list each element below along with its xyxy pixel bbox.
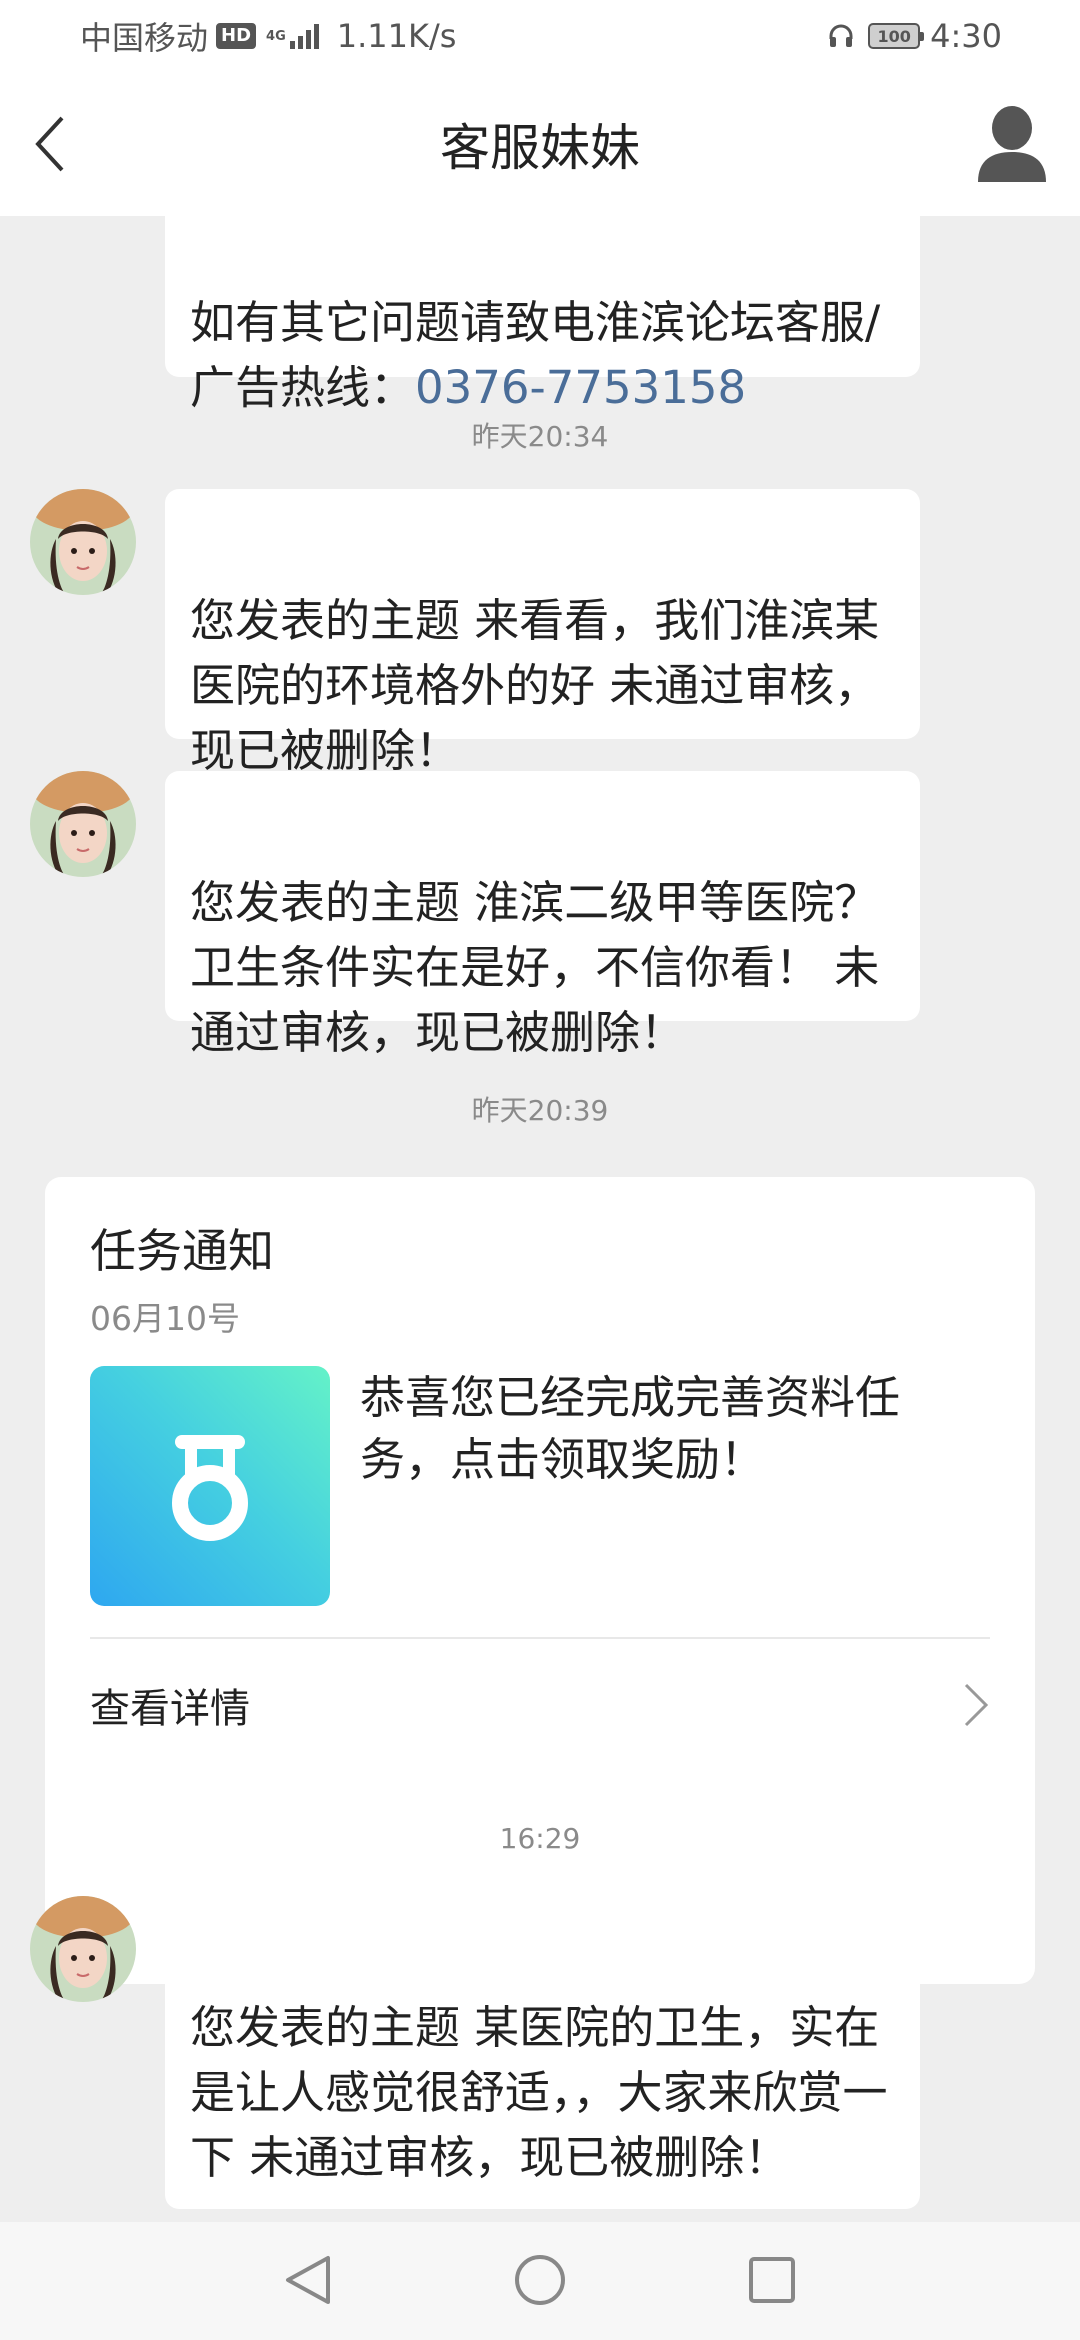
- avatar[interactable]: [30, 1896, 136, 2002]
- timestamp: 昨天20:34: [471, 420, 609, 453]
- view-details-row[interactable]: 查看详情: [90, 1639, 990, 1771]
- avatar-image: [30, 1896, 136, 2002]
- avatar[interactable]: [30, 771, 136, 877]
- back-button[interactable]: [20, 106, 80, 182]
- headphone-icon: [829, 24, 853, 47]
- hotline-link[interactable]: 0376-7753158: [415, 361, 746, 414]
- battery-level: 100: [877, 26, 911, 46]
- task-text: 恭喜您已经完成完善资料任务，点击领取奖励！: [360, 1371, 901, 1486]
- status-left: 中国移动 HD 4G 1.11K/s: [80, 14, 456, 58]
- carrier-name: 中国移动: [80, 19, 209, 57]
- page-title: 客服妹妹: [440, 119, 640, 177]
- task-date: 06月10号: [90, 1299, 240, 1338]
- status-bar: 中国移动 HD 4G 1.11K/s 100 4:30: [0, 0, 1080, 72]
- chevron-right-icon: [964, 1683, 989, 1727]
- title-bar: 客服妹妹: [0, 72, 1080, 216]
- message-bubble: 您发表的主题 淮滨二级甲等医院？卫生条件实在是好，不信你看！ 未通过审核，现已被…: [165, 771, 920, 1059]
- message-bubble: 您发表的主题 来看看，我们淮滨某医院的环境格外的好 未通过审核，现已被删除！: [165, 489, 920, 777]
- network-type: 4G: [266, 28, 286, 44]
- clock: 4:30: [930, 17, 1002, 55]
- navigation-bar: [0, 2222, 1080, 2340]
- profile-button[interactable]: [972, 102, 1052, 186]
- chat-area[interactable]: 如有其它问题请致电淮滨论坛客服/广告热线：0376-7753158 昨天20:3…: [0, 216, 1080, 2222]
- message-bubble: 您发表的主题 某医院的卫生，实在是让人感觉很舒适，，大家来欣赏一下 未通过审核，…: [165, 1896, 920, 2209]
- avatar-image: [30, 489, 136, 595]
- task-title: 任务通知: [90, 1224, 274, 1278]
- battery-icon: 100: [868, 23, 925, 49]
- timestamp: 16:29: [499, 1822, 581, 1855]
- message-bubble: 如有其它问题请致电淮滨论坛客服/广告热线：0376-7753158: [165, 216, 920, 414]
- chevron-left-icon: [35, 116, 64, 172]
- avatar-image: [30, 771, 136, 877]
- hd-badge: HD: [216, 23, 257, 49]
- square-recents-icon[interactable]: [742, 2250, 802, 2310]
- avatar[interactable]: [30, 489, 136, 595]
- task-image: [90, 1366, 330, 1606]
- network-speed: 1.11K/s: [336, 17, 457, 55]
- view-details-label: 查看详情: [90, 1686, 250, 1732]
- signal-icon: [289, 23, 319, 49]
- status-right: 100 4:30: [828, 14, 1002, 58]
- task-notification-card[interactable]: 任务通知 06月10号 恭喜您已经完成完善资料任务，点击领取奖励！ 查看详情: [45, 1177, 1035, 1984]
- circle-home-icon[interactable]: [510, 2250, 570, 2310]
- person-icon: [978, 106, 1046, 182]
- triangle-back-icon[interactable]: [278, 2250, 338, 2310]
- medal-icon: [172, 1435, 248, 1541]
- timestamp: 昨天20:39: [471, 1094, 609, 1127]
